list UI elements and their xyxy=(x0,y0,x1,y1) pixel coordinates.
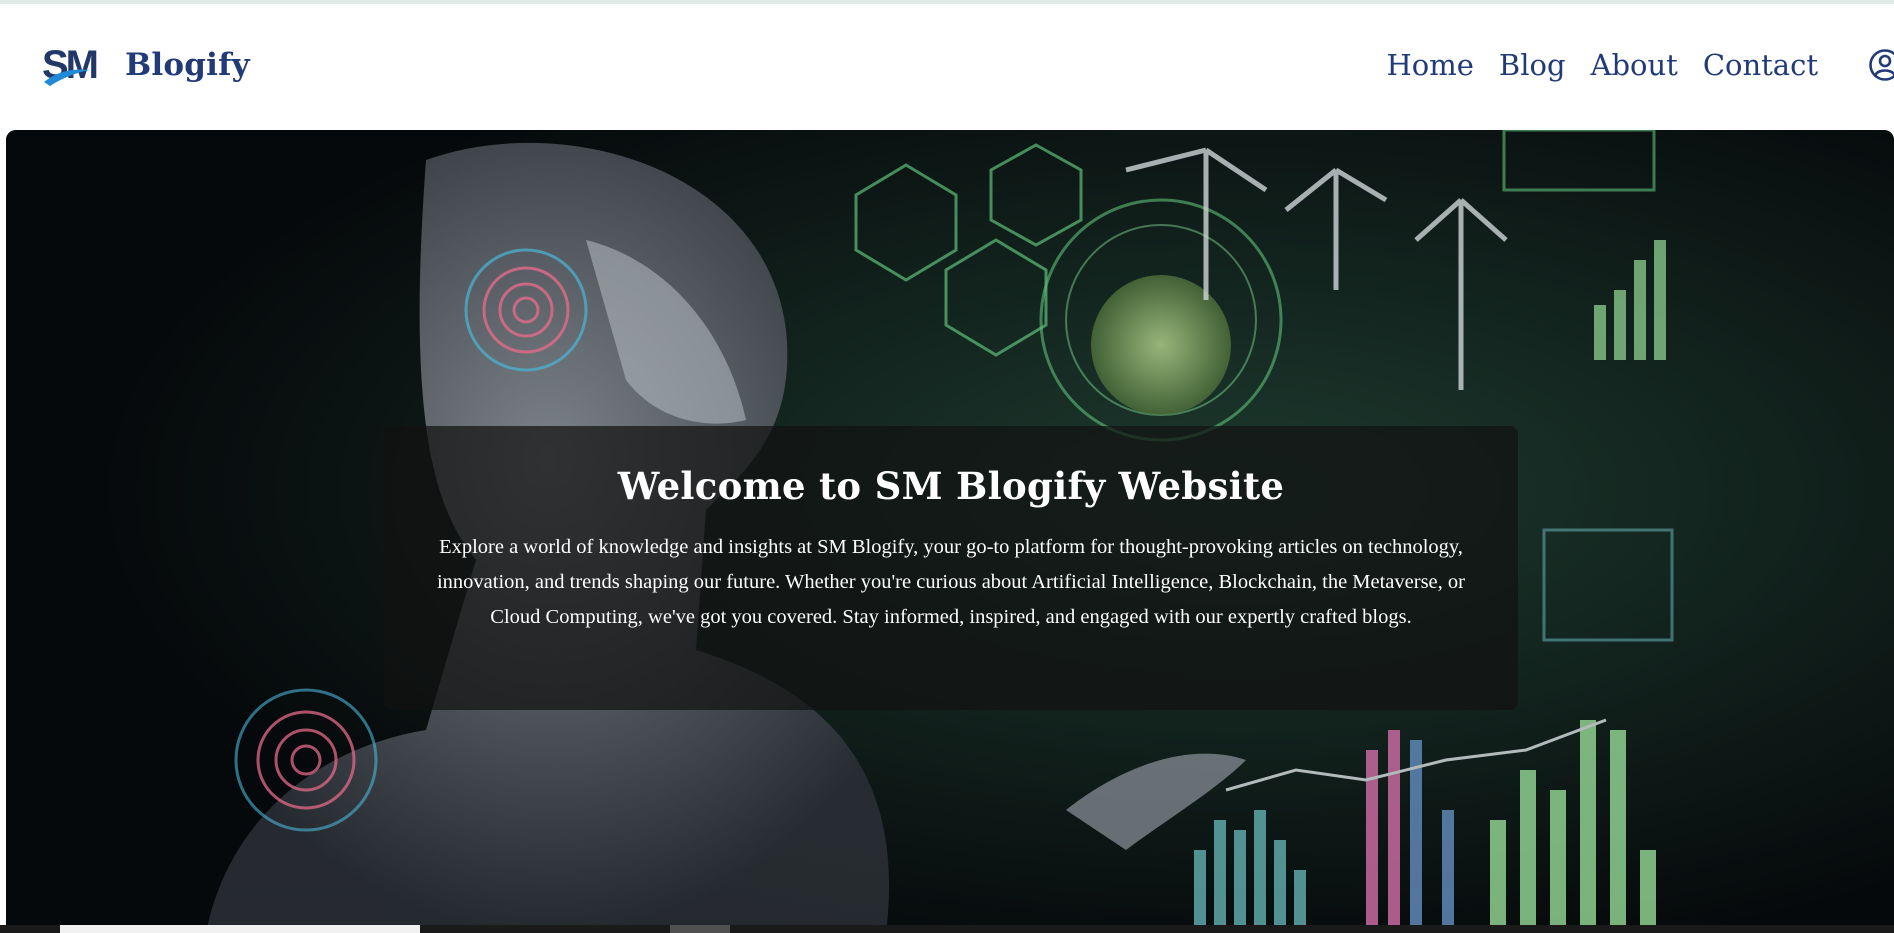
hero-description: Explore a world of knowledge and insight… xyxy=(436,536,1465,628)
nav-home[interactable]: Home xyxy=(1386,48,1473,82)
user-circle-icon[interactable] xyxy=(1868,48,1894,82)
main-nav: Home Blog About Contact xyxy=(1386,48,1894,82)
hero-card: Welcome to SM Blogify Website Explore a … xyxy=(384,426,1518,710)
hero-title: Welcome to SM Blogify Website xyxy=(617,464,1285,508)
bottom-strip-segment xyxy=(670,925,730,933)
site-header: SM Blogify Home Blog About Contact xyxy=(0,4,1894,128)
nav-about[interactable]: About xyxy=(1591,48,1678,82)
brand-name: Blogify xyxy=(125,47,250,83)
bottom-strip-segment xyxy=(60,925,420,933)
hero-banner: Welcome to SM Blogify Website Explore a … xyxy=(6,130,1894,933)
sm-logo-icon: SM xyxy=(42,42,106,88)
nav-blog[interactable]: Blog xyxy=(1499,48,1566,82)
site-logo[interactable]: SM Blogify xyxy=(42,42,250,88)
nav-contact[interactable]: Contact xyxy=(1703,48,1818,82)
